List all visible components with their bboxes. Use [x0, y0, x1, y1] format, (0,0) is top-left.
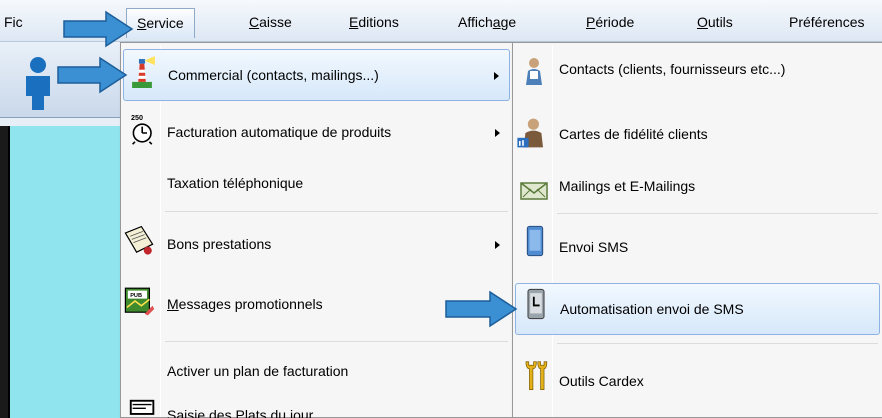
- promo-message-icon: PUB: [124, 287, 155, 316]
- menu-separator: [165, 341, 508, 342]
- svg-text:250: 250: [131, 113, 143, 122]
- menu-item-label: Saisie des Plats du jour: [167, 407, 314, 418]
- menu-item-label: Messages promotionnels: [167, 296, 323, 312]
- menu-item-label: Taxation téléphonique: [167, 175, 304, 191]
- submenu-item-label: Contacts (clients, fournisseurs etc...): [559, 61, 786, 77]
- menu-preferences[interactable]: Préférences: [789, 11, 864, 33]
- submenu-item-outils-cardex[interactable]: Outils Cardex: [515, 357, 880, 407]
- submenu-item-envoi-sms[interactable]: Envoi SMS: [515, 223, 880, 273]
- user-icon: [26, 57, 50, 110]
- pointer-arrow-automatisation-icon: [445, 290, 518, 328]
- menu-item-plats-du-jour[interactable]: Saisie des Plats du jour: [123, 397, 510, 418]
- menu-item-facturation-auto[interactable]: 250 Facturation automatique de produits: [123, 111, 510, 155]
- submenu-item-label: Mailings et E-Mailings: [559, 178, 696, 194]
- menu-item-label: Activer un plan de facturation: [167, 363, 349, 379]
- submenu-arrow-icon: [494, 72, 499, 80]
- menu-caisse[interactable]: Caisse: [249, 11, 292, 33]
- menu-service[interactable]: Service: [126, 8, 195, 38]
- submenu-item-label: Envoi SMS: [559, 239, 629, 255]
- svg-text:PUB: PUB: [130, 293, 142, 299]
- menu-item-label: Bons prestations: [167, 236, 272, 252]
- menu-item-taxation[interactable]: Taxation téléphonique: [123, 169, 510, 199]
- menu-separator: [165, 211, 508, 212]
- menu-fichier[interactable]: Fic: [4, 11, 23, 33]
- menu-item-commercial[interactable]: Commercial (contacts, mailings...): [123, 49, 510, 101]
- phone-icon: [526, 225, 544, 257]
- submenu-item-contacts[interactable]: Contacts (clients, fournisseurs etc...): [515, 53, 880, 89]
- submenu-item-cartes-fidelite[interactable]: Cartes de fidélité clients: [515, 113, 880, 157]
- commercial-submenu: Contacts (clients, fournisseurs etc...) …: [512, 42, 882, 418]
- clock-price-icon: 250: [131, 113, 153, 145]
- phone-clock-icon: [527, 288, 545, 320]
- pointer-arrow-commercial-icon: [57, 56, 128, 94]
- loyalty-card-icon: [517, 118, 543, 148]
- submenu-item-label: Automatisation envoi de SMS: [560, 301, 744, 317]
- menu-item-label: Commercial (contacts, mailings...): [168, 67, 379, 83]
- menu-item-bons-prestations[interactable]: Bons prestations: [123, 221, 510, 269]
- menu-affichage[interactable]: Affichage: [458, 11, 516, 33]
- mailing-icon: [520, 182, 548, 200]
- tools-icon: [525, 361, 548, 390]
- menu-item-plan-facturation[interactable]: Activer un plan de facturation: [123, 355, 510, 389]
- app-separator: [0, 118, 130, 126]
- menu-editions[interactable]: Editions: [349, 11, 399, 33]
- app-main-panel: [8, 126, 128, 418]
- submenu-item-mailings[interactable]: Mailings et E-Mailings: [515, 171, 880, 203]
- menu-separator: [557, 343, 878, 344]
- submenu-arrow-icon: [495, 241, 500, 249]
- menu-periode[interactable]: Période: [586, 11, 634, 33]
- service-menu: Commercial (contacts, mailings...) 250 F…: [120, 42, 513, 418]
- submenu-item-label: Cartes de fidélité clients: [559, 126, 708, 142]
- contacts-icon: [526, 58, 542, 85]
- menu-outils[interactable]: Outils: [697, 11, 733, 33]
- plate-icon: [129, 399, 155, 415]
- menu-item-label: Facturation automatique de produits: [167, 124, 392, 140]
- submenu-item-label: Outils Cardex: [559, 373, 644, 389]
- submenu-item-automatisation-sms[interactable]: Automatisation envoi de SMS: [515, 283, 880, 335]
- submenu-arrow-icon: [495, 129, 500, 137]
- menu-separator: [557, 213, 878, 214]
- pointer-arrow-service-icon: [63, 10, 134, 48]
- voucher-icon: [124, 225, 154, 255]
- lighthouse-icon: [132, 56, 155, 88]
